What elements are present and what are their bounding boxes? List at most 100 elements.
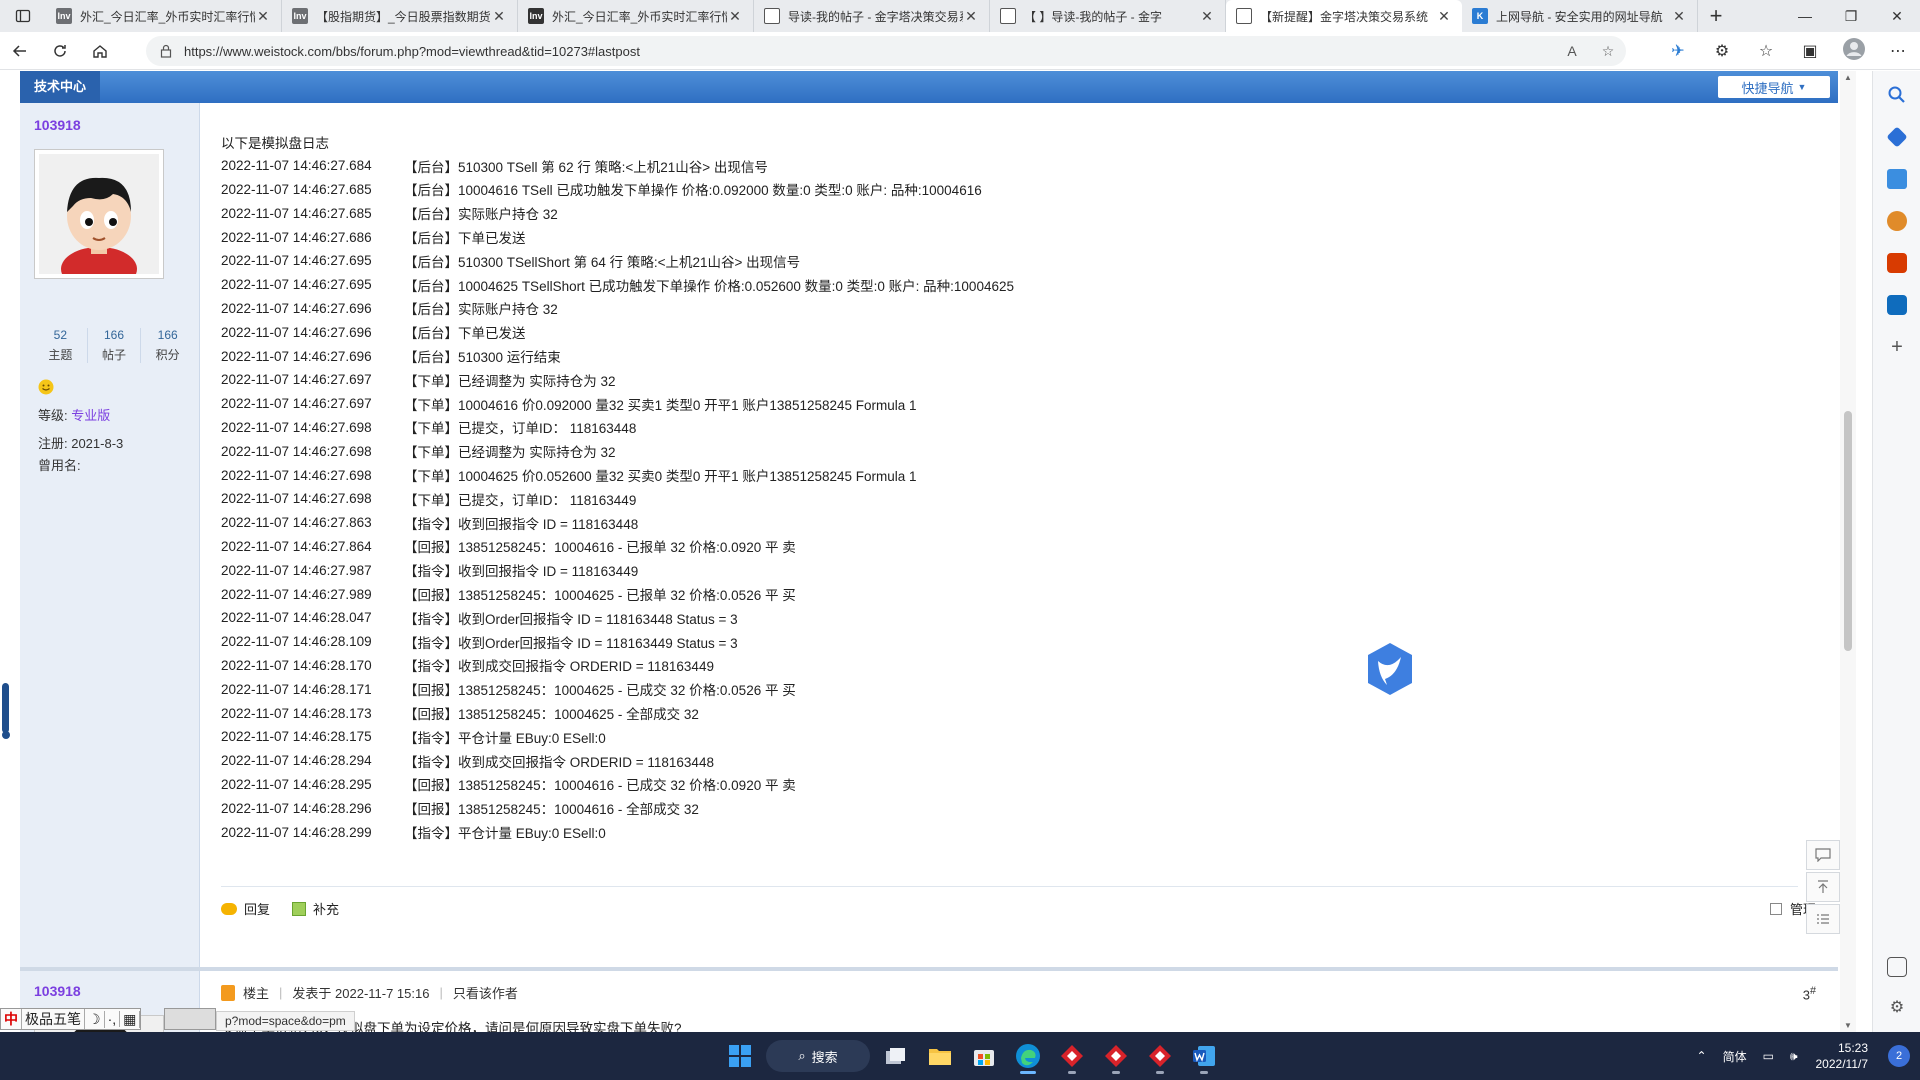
language-indicator[interactable]: 简体: [1715, 1048, 1755, 1065]
collections-icon[interactable]: ▣: [1788, 41, 1832, 61]
browser-tab[interactable]: Inv 外汇_今日汇率_外币实时汇率行情 ✕: [46, 0, 282, 32]
read-aloud-icon[interactable]: A: [1554, 43, 1590, 59]
ime-logo-icon[interactable]: 中: [1, 1009, 22, 1029]
back-to-list-button[interactable]: [1806, 904, 1840, 934]
office-icon[interactable]: [1887, 253, 1907, 273]
floor-number[interactable]: 3#: [1803, 985, 1816, 1002]
clock[interactable]: 15:23 2022/11/7: [1806, 1040, 1879, 1072]
stat-points[interactable]: 166 积分: [141, 328, 194, 363]
close-tab-icon[interactable]: ✕: [1436, 8, 1452, 25]
quick-reply-button[interactable]: [1806, 840, 1840, 870]
quick-nav-button[interactable]: 快捷导航 ▼: [1718, 76, 1830, 98]
browser-tab[interactable]: Inv 【股指期货】_今日股票指数期货 ✕: [282, 0, 518, 32]
browser-tab[interactable]: K 上网导航 - 安全实用的网址导航 ✕: [1462, 0, 1698, 32]
level-value-link[interactable]: 专业版: [71, 408, 110, 423]
log-list: 2022-11-07 14:46:27.684 【后台】510300 TSell …: [221, 154, 1421, 844]
author-name[interactable]: 103918: [34, 117, 81, 133]
games-icon[interactable]: [1887, 211, 1907, 231]
floating-bird-widget[interactable]: [1365, 641, 1415, 697]
minimize-button[interactable]: —: [1782, 0, 1828, 32]
back-to-top-button[interactable]: [1806, 872, 1840, 902]
log-message: 【下单】已经调整为 实际持仓为 32: [404, 445, 616, 461]
extension-bird-icon[interactable]: ✈: [1656, 41, 1700, 61]
browser-tab-active[interactable]: 【新提醒】金字塔决策交易系统 ✕: [1226, 0, 1462, 32]
shopping-tag-icon[interactable]: [1886, 126, 1908, 148]
log-timestamp: 2022-11-07 14:46:28.170: [221, 657, 372, 673]
scroll-down-icon[interactable]: ▼: [1844, 1021, 1852, 1030]
stat-topics[interactable]: 52 主题: [34, 328, 88, 363]
back-button[interactable]: [0, 32, 40, 70]
restore-button[interactable]: ❐: [1828, 0, 1874, 32]
settings-gear-icon[interactable]: ⚙: [1887, 997, 1907, 1017]
browser-tab[interactable]: Inv 外汇_今日汇率_外币实时汇率行情 ✕: [518, 0, 754, 32]
stat-posts[interactable]: 166 帖子: [88, 328, 142, 363]
stat-number[interactable]: 166: [88, 328, 141, 342]
show-hidden-icons-icon[interactable]: ⌃: [1689, 1049, 1715, 1063]
close-tab-icon[interactable]: ✕: [491, 8, 507, 25]
tab-actions-button[interactable]: [0, 0, 46, 32]
taskbar-search[interactable]: ⌕ 搜索: [766, 1040, 870, 1072]
close-tab-icon[interactable]: ✕: [255, 8, 271, 25]
scroll-up-icon[interactable]: ▲: [1844, 73, 1852, 82]
address-bar[interactable]: https://www.weistock.com/bbs/forum.php?m…: [146, 36, 1626, 66]
network-icon[interactable]: ▭: [1755, 1049, 1782, 1063]
favorites-icon[interactable]: ☆: [1744, 41, 1788, 61]
log-timestamp: 2022-11-07 14:46:28.299: [221, 824, 372, 840]
ime-halfwidth-icon[interactable]: ☽: [85, 1010, 105, 1028]
stat-number[interactable]: 166: [141, 328, 194, 342]
pyramid-app-button[interactable]: [1138, 1038, 1182, 1074]
ime-input-box: [164, 1008, 216, 1030]
close-tab-icon[interactable]: ✕: [1671, 8, 1687, 25]
section-label[interactable]: 技术中心: [20, 71, 101, 103]
url-text[interactable]: https://www.weistock.com/bbs/forum.php?m…: [184, 44, 640, 59]
browser-tab[interactable]: 【 】导读-我的帖子 - 金字 ✕: [990, 0, 1226, 32]
outlook-icon[interactable]: [1887, 295, 1907, 315]
word-button[interactable]: [1182, 1038, 1226, 1074]
avatar[interactable]: [34, 149, 164, 291]
log-timestamp: 2022-11-07 14:46:28.295: [221, 776, 372, 792]
tab-title: 外汇_今日汇率_外币实时汇率行情: [552, 9, 727, 24]
notification-badge[interactable]: 2: [1888, 1045, 1910, 1067]
pyramid-app-button[interactable]: [1050, 1038, 1094, 1074]
add-sidebar-app-icon[interactable]: +: [1887, 337, 1907, 357]
home-button[interactable]: [80, 32, 120, 70]
store-button[interactable]: [962, 1038, 1006, 1074]
manage-checkbox[interactable]: [1769, 902, 1782, 915]
only-author-link[interactable]: 只看该作者: [453, 983, 518, 1002]
pyramid-app-button[interactable]: [1094, 1038, 1138, 1074]
arrow-up-icon: [1818, 880, 1828, 893]
add-favorite-icon[interactable]: ☆: [1590, 43, 1626, 60]
close-window-button[interactable]: ✕: [1874, 0, 1920, 32]
browser-tab[interactable]: 导读-我的帖子 - 金字塔决策交易系统 ✕: [754, 0, 990, 32]
profile-avatar[interactable]: [1832, 37, 1876, 65]
close-tab-icon[interactable]: ✕: [1199, 8, 1215, 25]
ime-name[interactable]: 极品五笔: [22, 1009, 85, 1029]
supplement-button[interactable]: 补充: [292, 899, 339, 918]
tools-icon[interactable]: [1887, 169, 1907, 189]
close-tab-icon[interactable]: ✕: [963, 8, 979, 25]
stat-number[interactable]: 52: [34, 328, 87, 342]
ime-punctuation-icon[interactable]: ·,: [105, 1011, 121, 1027]
refresh-button[interactable]: [40, 32, 80, 70]
task-view-button[interactable]: [874, 1038, 918, 1074]
search-icon[interactable]: [1887, 85, 1907, 105]
page-scrollbar[interactable]: ▲ ▼: [1840, 71, 1856, 1032]
volume-icon[interactable]: 🕪: [1782, 1049, 1806, 1064]
reply-button[interactable]: 回复: [221, 899, 270, 918]
extensions-icon[interactable]: ⚙: [1700, 41, 1744, 61]
more-menu-icon[interactable]: ⋯: [1876, 41, 1920, 61]
hide-sidebar-icon[interactable]: [1887, 957, 1907, 977]
new-tab-button[interactable]: +: [1698, 0, 1734, 32]
file-explorer-button[interactable]: [918, 1038, 962, 1074]
scroll-thumb[interactable]: [1844, 411, 1852, 651]
side-scroll-handle[interactable]: [2, 683, 10, 739]
log-timestamp: 2022-11-07 14:46:27.695: [221, 277, 372, 293]
author-name[interactable]: 103918: [34, 983, 81, 999]
tab-title: 上网导航 - 安全实用的网址导航: [1496, 9, 1663, 24]
ime-toolbar[interactable]: 中 极品五笔 ☽ ·, ▦: [0, 1008, 142, 1030]
close-tab-icon[interactable]: ✕: [727, 8, 743, 25]
ime-keyboard-icon[interactable]: ▦: [120, 1010, 141, 1028]
edge-browser-button[interactable]: [1006, 1038, 1050, 1074]
start-button[interactable]: [718, 1038, 762, 1074]
log-timestamp: 2022-11-07 14:46:27.698: [221, 467, 372, 483]
